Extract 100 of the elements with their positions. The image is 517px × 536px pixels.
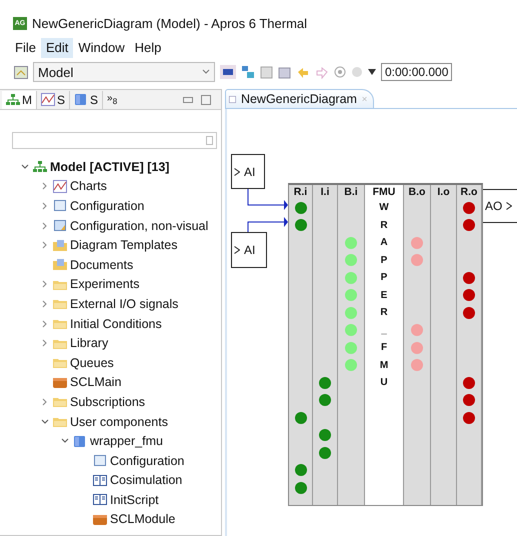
block-label: AO [485,199,502,213]
chevron-right-icon[interactable] [42,339,48,348]
folder-icon [53,238,67,252]
port-dot[interactable] [411,359,423,372]
port-dot[interactable] [345,236,357,249]
tree-item[interactable]: Cosimulation [110,473,182,488]
cube-icon [73,434,87,448]
tree-item[interactable]: Configuration [70,198,144,213]
dropdown-icon[interactable] [368,69,376,75]
chevron-right-icon[interactable] [42,222,48,230]
port-dot[interactable] [345,306,357,319]
minimize-icon[interactable] [183,96,193,102]
folder-icon [53,317,67,330]
port-dot[interactable] [319,446,331,459]
editor-tab[interactable]: NewGenericDiagram [225,89,374,108]
port-dot[interactable] [463,376,475,389]
port-dot[interactable] [345,324,357,336]
chevron-right-icon[interactable] [42,182,48,190]
chevron-right-icon[interactable] [42,202,48,210]
port-dot[interactable] [294,482,306,494]
tree-item[interactable]: External I/O signals [70,296,178,311]
maximize-icon[interactable] [201,94,211,104]
folder-icon [53,297,67,310]
port-dot[interactable] [319,394,331,406]
wire [248,188,288,210]
chevron-right-icon[interactable] [42,280,48,288]
tree-item[interactable]: Library [70,336,108,350]
search-field[interactable] [12,132,217,149]
port-dot[interactable] [345,342,357,354]
port-dot[interactable] [463,394,475,406]
model-combo[interactable]: Model [33,62,215,82]
wire [248,217,288,232]
folder-icon [53,258,67,272]
port-dot[interactable] [463,289,475,302]
menu-item[interactable]: Edit [40,38,74,58]
menu-item[interactable]: Window [73,38,130,58]
page-icon [53,199,67,212]
column-header: B.o [408,185,426,199]
block-label: AI [244,164,256,178]
chevron-down-icon[interactable] [61,438,69,444]
chevron-right-icon[interactable] [42,300,48,308]
block-name: WRAPPER_FMU [379,201,389,390]
chevron-right-icon[interactable] [42,320,48,328]
tree-item[interactable]: SCLMain [70,375,122,390]
port-dot[interactable] [345,272,357,284]
tree-item[interactable]: User components [70,414,168,429]
redo-icon[interactable] [315,66,329,78]
menu-item[interactable]: Help [130,38,166,58]
tree-item[interactable]: Charts [70,179,107,194]
chart-icon [53,180,67,193]
record-icon[interactable] [334,66,346,78]
port-dot[interactable] [411,342,423,354]
port-dot[interactable] [345,359,357,372]
box-icon [53,376,67,389]
window-title: NewGenericDiagram (Model) - Apros 6 Thermal [32,16,308,30]
tree-item[interactable]: Configuration, non-visual [70,218,208,233]
tree-item[interactable]: Experiments [70,277,140,292]
tree-item[interactable]: SCLModule [110,512,176,526]
port-dot[interactable] [294,464,306,476]
tree-item[interactable]: Diagram Templates [70,238,178,252]
port-dot[interactable] [411,254,423,266]
port-dot[interactable] [463,272,475,284]
hierarchy-icon [6,93,20,106]
menu-item[interactable]: File [10,38,41,58]
undo-icon[interactable] [296,66,310,78]
port-dot[interactable] [319,429,331,442]
port-dot[interactable] [463,219,475,232]
overflow-count[interactable]: »$_{8}$ [103,93,122,106]
tree-item[interactable]: Queues [70,356,114,370]
time-field[interactable]: 0:00:00.000 [381,63,452,81]
tree-item[interactable]: Documents [70,258,134,272]
view-tab[interactable]: S [37,90,70,108]
tree-item[interactable]: wrapper_fmu [90,434,163,448]
chevron-right-icon[interactable] [42,241,48,250]
view-tab[interactable]: M [2,90,37,108]
port-dot[interactable] [463,306,475,319]
column-header: B.i [344,185,358,199]
tree-item[interactable]: InitScript [110,492,159,507]
port-dot[interactable] [345,254,357,266]
port-dot[interactable] [294,202,306,214]
cube-icon [74,93,88,106]
port-dot[interactable] [294,219,306,232]
chevron-down-icon[interactable] [21,164,29,170]
chart-icon [41,93,55,106]
port-dot[interactable] [319,376,331,389]
port-dot[interactable] [411,236,423,249]
port-dot[interactable] [463,202,475,214]
tree-item[interactable]: Initial Conditions [70,316,162,331]
port-dot[interactable] [294,412,306,424]
port-dot[interactable] [411,324,423,336]
close-icon[interactable] [362,95,367,103]
view-tab[interactable]: S [70,90,104,108]
chevron-right-icon[interactable] [42,398,48,406]
tree-item[interactable]: Subscriptions [70,394,146,409]
tree-item[interactable]: Configuration [110,454,184,468]
port-dot[interactable] [345,289,357,302]
chevron-down-icon[interactable] [41,418,49,425]
tree-item[interactable]: Model [ACTIVE] [13] [50,160,170,174]
diagram-icon [229,94,236,104]
port-dot[interactable] [463,412,475,424]
